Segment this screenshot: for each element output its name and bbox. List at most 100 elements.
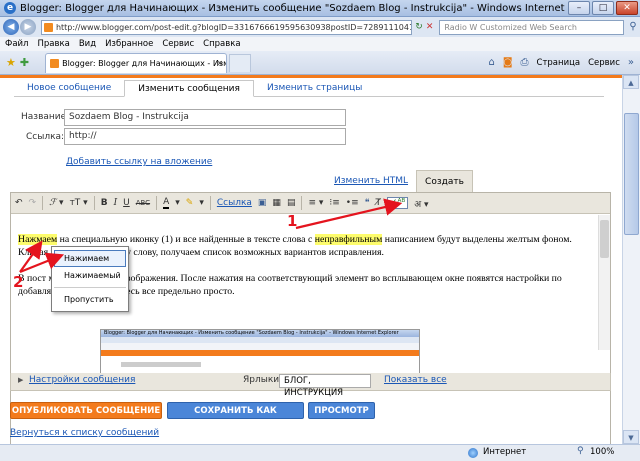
ie-logo-icon: e [4, 2, 16, 14]
toolbar-divider [93, 196, 95, 210]
stop-icon[interactable]: ✕ [426, 22, 434, 32]
labels-input[interactable]: БЛОГ, ИНСТРУКЦИЯ [279, 374, 371, 398]
print-icon[interactable]: ⎙ [521, 57, 529, 68]
annotation-number-2: 2 [13, 273, 24, 291]
misspelled-word[interactable]: Нажмаем [18, 234, 58, 245]
misspelled-word[interactable]: неправфильным [314, 234, 383, 245]
toolbar-divider [301, 196, 303, 210]
show-all-labels-link[interactable]: Показать все [384, 375, 447, 385]
bullet-list-icon[interactable]: •≡ [346, 198, 359, 208]
menu-file[interactable]: Файл [5, 39, 28, 49]
page-content: Новое сообщение Изменить сообщения Измен… [0, 75, 622, 444]
highlight-color-icon[interactable]: ✎ [186, 198, 194, 208]
post-settings-link[interactable]: Настройки сообщения [29, 375, 135, 385]
page-menu[interactable]: Страница [537, 58, 581, 68]
menu-bar: Файл Правка Вид Избранное Сервис Справка [0, 37, 640, 51]
save-draft-button[interactable]: СОХРАНИТЬ КАК ЧЕРНОВИК [167, 402, 304, 433]
tools-menu[interactable]: Сервис [588, 58, 620, 68]
address-bar: ◀ ▶ http://www.blogger.com/post-edit.g?b… [0, 17, 640, 37]
toolbar-divider [209, 196, 211, 210]
undo-icon[interactable]: ↶ [15, 198, 23, 208]
menu-view[interactable]: Вид [79, 39, 96, 49]
text-color-icon[interactable]: A [163, 197, 170, 209]
search-input[interactable]: Radio W Customized Web Search [439, 19, 625, 35]
tab-favicon-icon [50, 58, 60, 68]
browser-tab[interactable]: Blogger: Blogger для Начинающих - Измени… [45, 52, 228, 73]
link-input[interactable]: http:// [64, 128, 346, 145]
tab-close-icon[interactable]: ✕ [216, 54, 223, 73]
close-button[interactable]: ✕ [616, 1, 638, 15]
forward-button[interactable]: ▶ [19, 19, 36, 35]
tab-compose[interactable]: Создать [416, 170, 473, 192]
numbered-list-icon[interactable]: ⁝≡ [329, 198, 339, 208]
menu-divider [54, 287, 126, 288]
suggestion-item[interactable]: Нажимаемый [52, 267, 128, 284]
chevron-down-icon[interactable]: ▾ [175, 198, 180, 208]
home-icon[interactable]: ⌂ [488, 57, 494, 68]
back-button[interactable]: ◀ [3, 19, 19, 35]
internet-zone-icon [468, 448, 478, 458]
align-icon[interactable]: ≡ ▾ [308, 198, 323, 208]
font-size-icon[interactable]: ᴛT ▾ [70, 198, 88, 208]
clear-format-icon[interactable]: T̸ [375, 198, 381, 208]
spellcheck-icon[interactable]: ✓ᴬᴮ [386, 197, 409, 209]
title-input[interactable]: Sozdaem Blog - Instrukcija [64, 109, 346, 126]
tab-edit-pages[interactable]: Изменить страницы [254, 80, 375, 96]
expand-triangle-icon[interactable]: ▶ [18, 376, 23, 384]
annotation-number-1: 1 [287, 212, 298, 230]
tab-edit-posts[interactable]: Изменить сообщения [124, 80, 254, 97]
menu-help[interactable]: Справка [203, 39, 240, 49]
tab-label: Blogger: Blogger для Начинающих - Измени… [62, 58, 226, 68]
embedded-image-title: Blogger: Blogger для Начинающих - Измени… [101, 330, 419, 337]
quote-icon[interactable]: ❝ [365, 198, 370, 208]
feeds-icon[interactable]: ◙ [503, 57, 513, 68]
redo-icon[interactable]: ↷ [29, 198, 37, 208]
link-button[interactable]: Ссылка [217, 198, 252, 208]
bold-icon[interactable]: B [101, 198, 108, 208]
image-icon[interactable]: ▣ [258, 198, 267, 208]
zoom-icon[interactable]: ⚲ [577, 446, 584, 456]
publish-button[interactable]: ОПУБЛИКОВАТЬ СООБЩЕНИЕ [10, 402, 162, 419]
preview-button[interactable]: ПРОСМОТР [308, 402, 375, 419]
header-accent-line [0, 75, 622, 78]
maximize-button[interactable]: □ [592, 1, 614, 15]
page-scrollbar[interactable]: ▲ ▼ [622, 75, 640, 444]
underline-icon[interactable]: U [123, 198, 130, 208]
embedded-image-line [121, 362, 201, 367]
back-to-posts-link[interactable]: Вернуться к списку сообщений [10, 428, 159, 438]
strikethrough-icon[interactable]: ABC [136, 199, 150, 207]
menu-edit[interactable]: Правка [37, 39, 69, 49]
scroll-down-icon[interactable]: ▼ [623, 430, 639, 444]
tab-edit-html[interactable]: Изменить HTML [326, 170, 416, 192]
scroll-up-icon[interactable]: ▲ [623, 75, 639, 89]
url-field[interactable]: http://www.blogger.com/post-edit.g?blogI… [40, 19, 413, 35]
new-tab-button[interactable] [229, 53, 252, 72]
embedded-image-menubar [101, 343, 419, 350]
transliterate-icon[interactable]: अ ▾ [414, 197, 428, 210]
menu-tools[interactable]: Сервис [162, 39, 194, 49]
window-title: Blogger: Blogger для Начинающих - Измени… [20, 2, 568, 14]
ignore-item[interactable]: Пропустить [52, 291, 128, 308]
minimize-button[interactable]: – [568, 1, 590, 15]
chevron-right-icon[interactable]: » [628, 57, 634, 68]
favorites-star-icon[interactable]: ★ [6, 56, 16, 69]
suggestion-item[interactable]: Нажимаем [54, 250, 126, 267]
address-actions: ↻ ✕ [415, 22, 433, 32]
search-icon[interactable]: ⚲ [626, 20, 640, 34]
menu-favorites[interactable]: Избранное [105, 39, 153, 49]
tab-new-post[interactable]: Новое сообщение [14, 80, 124, 96]
font-icon[interactable]: ℱ ▾ [49, 198, 63, 208]
add-favorites-icon[interactable]: ✚ [20, 56, 29, 69]
add-enclosure-link[interactable]: Добавить ссылку на вложение [66, 157, 212, 167]
jump-break-icon[interactable]: ▤ [287, 198, 296, 208]
italic-icon[interactable]: I [114, 198, 118, 208]
toolbar-divider [156, 196, 158, 210]
post-tabs: Новое сообщение Изменить сообщения Измен… [14, 80, 604, 97]
editor-mode-tabs: Изменить HTML Создать [326, 170, 473, 192]
labels-label: Ярлыки: [243, 375, 283, 385]
refresh-icon[interactable]: ↻ [415, 22, 423, 32]
zoom-level[interactable]: 100% [590, 447, 614, 457]
scroll-thumb[interactable] [624, 113, 639, 235]
chevron-down-icon[interactable]: ▾ [199, 198, 204, 208]
video-icon[interactable]: ▦ [272, 198, 281, 208]
